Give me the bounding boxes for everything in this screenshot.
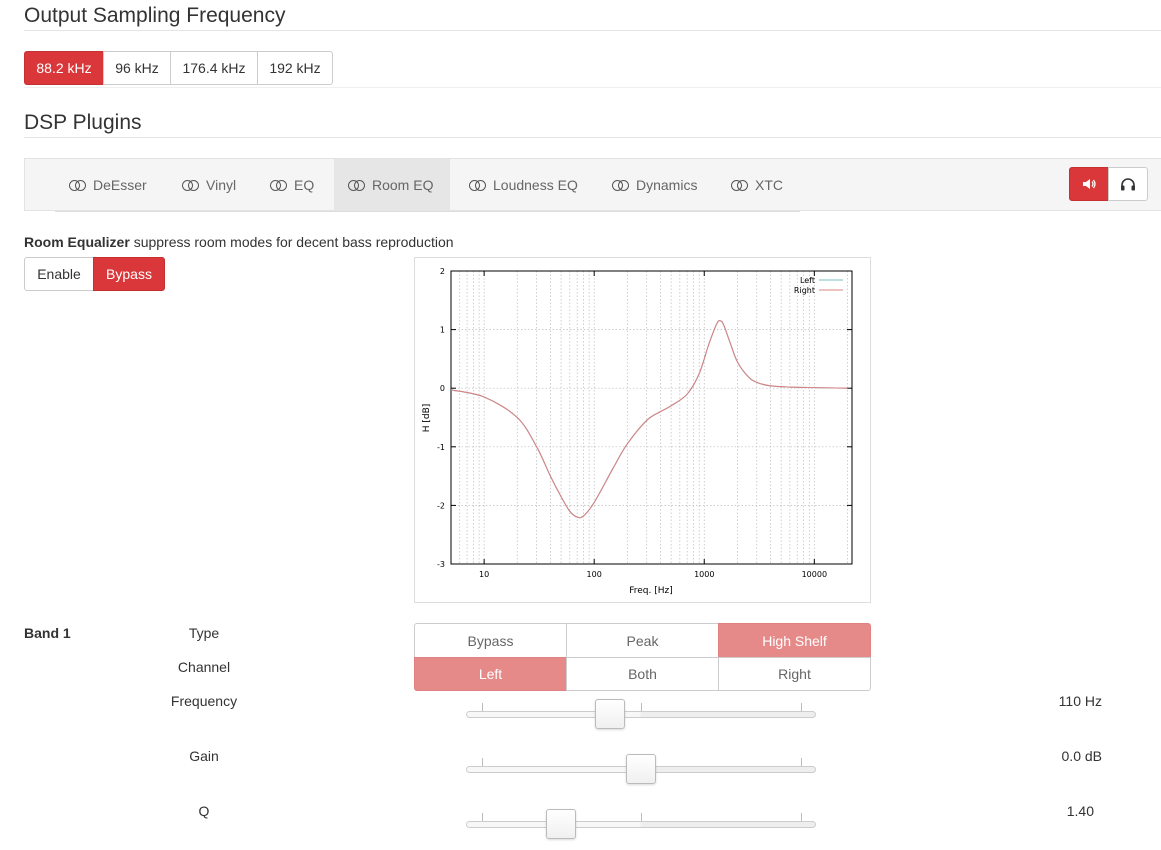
slider-tick <box>482 703 483 711</box>
q-value: 1.40 <box>1066 803 1094 819</box>
dsp-title: DSP Plugins <box>24 111 142 134</box>
bypass-button[interactable]: Bypass <box>93 257 165 291</box>
slider-tick <box>801 758 802 766</box>
channel-label: Channel <box>177 659 231 675</box>
x-tick-label: 10 <box>479 570 489 579</box>
gain-slider-handle[interactable] <box>626 754 656 784</box>
tab-label: Vinyl <box>206 177 237 193</box>
tab-label: EQ <box>294 177 315 193</box>
frequency-label: Frequency <box>170 693 238 709</box>
type-label: Type <box>188 625 220 641</box>
divider <box>24 87 1161 88</box>
sampling-option-88k[interactable]: 88.2 kHz <box>24 51 104 85</box>
type-bypass-button[interactable]: Bypass <box>414 623 567 658</box>
q-label: Q <box>198 803 210 819</box>
gain-value: 0.0 dB <box>1061 748 1102 764</box>
x-tick-label: 1000 <box>694 570 714 579</box>
tab-deesser[interactable]: DeEsser <box>55 159 163 211</box>
x-axis-label: Freq. [Hz] <box>629 586 673 596</box>
q-slider-track[interactable] <box>466 821 816 828</box>
frequency-value: 110 Hz <box>1058 693 1102 709</box>
speaker-output-button[interactable] <box>1069 167 1109 201</box>
channel-left-button[interactable]: Left <box>414 657 567 691</box>
sampling-title: Output Sampling Frequency <box>24 4 286 27</box>
plugin-tab-bar: DeEsser Vinyl EQ Room EQ Loudness EQ Dyn… <box>24 158 1161 212</box>
toggle-icon <box>69 179 86 191</box>
tab-vinyl[interactable]: Vinyl <box>168 159 248 211</box>
legend-label: Right <box>794 286 815 295</box>
frequency-slider-handle[interactable] <box>594 699 625 729</box>
enable-button[interactable]: Enable <box>24 257 94 291</box>
tab-underline <box>55 211 800 212</box>
legend-label: Left <box>800 276 815 285</box>
channel-right-button[interactable]: Right <box>718 657 871 691</box>
sampling-option-176k[interactable]: 176.4 kHz <box>170 51 258 85</box>
frequency-slider-track[interactable] <box>466 711 816 718</box>
toggle-icon <box>348 179 365 191</box>
divider <box>24 30 1161 31</box>
channel-both-button[interactable]: Both <box>566 657 719 691</box>
slider-tick <box>482 758 483 766</box>
type-peak-button[interactable]: Peak <box>566 623 719 658</box>
sampling-option-96k[interactable]: 96 kHz <box>103 51 171 85</box>
type-high-shelf-button[interactable]: High Shelf <box>718 623 871 658</box>
slider-tick <box>801 813 802 821</box>
toggle-icon <box>182 179 199 191</box>
q-slider-handle[interactable] <box>545 809 576 839</box>
frequency-response-chart: 210-1-2-3 10 100 1000 10000 Freq. [Hz] H [d… <box>422 267 853 596</box>
y-tick-label: -3 <box>437 560 445 569</box>
y-tick-label: -1 <box>437 443 445 452</box>
tab-dynamics[interactable]: Dynamics <box>598 159 712 211</box>
slider-tick <box>641 703 642 711</box>
tab-room-eq[interactable]: Room EQ <box>334 159 450 211</box>
frequency-response-plot: 2 1 0 -1 -2 -3 10 100 1000 10000 Freq. [Hz] H [d… <box>414 257 871 603</box>
y-tick-label: 0 <box>440 384 445 393</box>
divider <box>24 137 1161 138</box>
series-line-right <box>450 320 848 519</box>
tab-label: DeEsser <box>93 177 147 193</box>
room-eq-description: Room Equalizer suppress room modes for d… <box>24 234 454 250</box>
headphones-icon <box>1121 178 1135 191</box>
tab-loudness-eq[interactable]: Loudness EQ <box>455 159 590 211</box>
slider-tick <box>482 813 483 821</box>
y-tick-label: 2 <box>440 267 445 276</box>
toggle-icon <box>731 179 748 191</box>
tab-label: Room EQ <box>372 177 434 193</box>
y-tick-label: 1 <box>440 326 445 335</box>
tab-xtc[interactable]: XTC <box>717 159 797 211</box>
gain-label: Gain <box>189 748 219 764</box>
sampling-option-192k[interactable]: 192 kHz <box>257 51 333 85</box>
tab-label: Dynamics <box>636 177 698 193</box>
band-title: Band 1 <box>24 625 71 641</box>
room-eq-name: Room Equalizer <box>24 234 130 250</box>
slider-tick <box>641 813 642 821</box>
y-tick-label: -2 <box>437 501 445 510</box>
tab-eq[interactable]: EQ <box>256 159 326 211</box>
toggle-icon <box>270 179 287 191</box>
y-axis-label: H [dB] <box>422 404 432 433</box>
x-tick-label: 100 <box>587 570 602 579</box>
toggle-icon <box>469 179 486 191</box>
slider-tick <box>801 703 802 711</box>
toggle-icon <box>612 179 629 191</box>
tab-label: XTC <box>755 177 783 193</box>
room-eq-desc-text: suppress room modes for decent bass repr… <box>133 234 454 250</box>
series-line-left <box>450 320 848 519</box>
tab-label: Loudness EQ <box>493 177 578 193</box>
x-tick-label: 10000 <box>802 570 827 579</box>
speaker-icon <box>1083 179 1096 189</box>
headphones-output-button[interactable] <box>1108 167 1148 201</box>
